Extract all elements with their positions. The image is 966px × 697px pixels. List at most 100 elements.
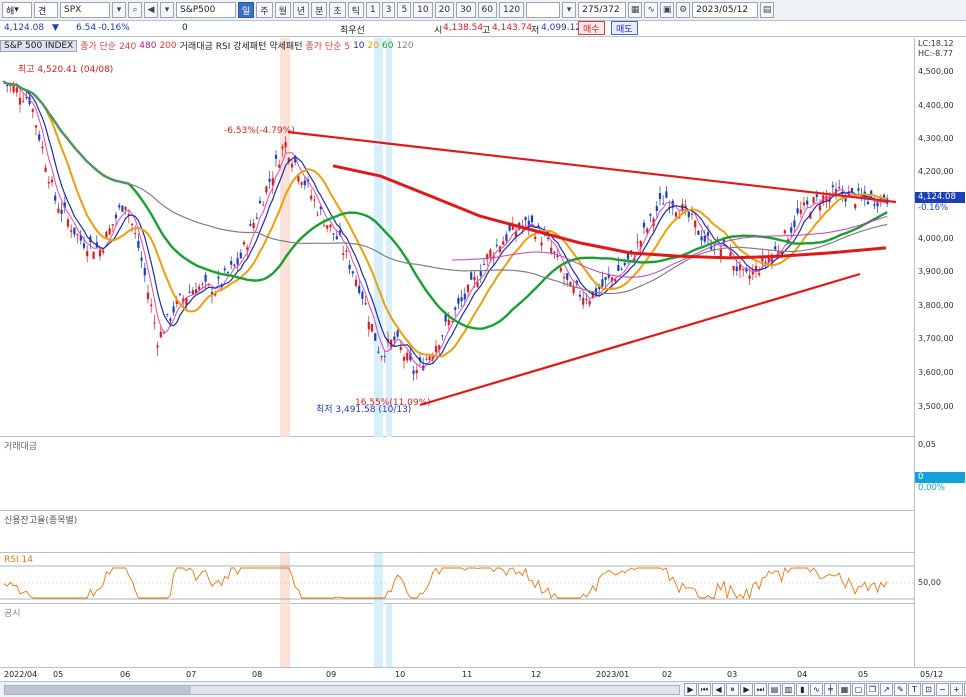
credit-axis: [914, 511, 966, 553]
interval-20-button[interactable]: 20: [434, 2, 455, 18]
candle-body: [674, 212, 678, 217]
rsi-title: RSI 14: [4, 555, 33, 565]
ma60-line: [3, 81, 888, 330]
xtick-09: 09: [326, 670, 337, 679]
ytick-3800: 3,800,00: [918, 301, 954, 310]
lock-icon[interactable]: ⊡: [922, 683, 935, 696]
dropdown-icon[interactable]: ▾: [112, 2, 126, 18]
rsi-ytick: 50,00: [918, 578, 941, 587]
candle-body: [134, 233, 137, 235]
interval-1-button[interactable]: 1: [365, 2, 380, 18]
zoom-out-icon[interactable]: −: [936, 683, 949, 696]
period-day-button[interactable]: 일: [238, 2, 255, 18]
candle-body: [866, 201, 870, 205]
gear-icon[interactable]: ⚙: [676, 2, 691, 18]
nav-buttons: ▶ ⏮ ◀ ⏸ ▶ ⏭ ▤ ▥ ▮ ∿ ╪ ▦ ▢ ❐ ↗ ✎ T ⊡ − + …: [684, 683, 966, 696]
rsi-axis[interactable]: 50,00: [914, 553, 966, 604]
grid-icon[interactable]: ▦: [838, 683, 851, 696]
interval-5-button[interactable]: 5: [397, 2, 412, 18]
candle-body: [367, 322, 370, 330]
volume-panel[interactable]: 거래대금: [0, 437, 914, 511]
window-icon[interactable]: ▢: [852, 683, 865, 696]
chart-icon[interactable]: ∿: [644, 2, 659, 18]
candle-body: [434, 346, 438, 352]
pencil-icon[interactable]: ✎: [894, 683, 907, 696]
candle-body: [873, 204, 876, 206]
candle-body: [802, 202, 806, 206]
candle-body: [758, 273, 761, 275]
interval-120-button[interactable]: 120: [498, 2, 525, 18]
copy-icon[interactable]: ❐: [866, 683, 879, 696]
candle-body: [98, 249, 102, 257]
scroll-thumb[interactable]: [5, 686, 191, 694]
scrollbar[interactable]: [4, 685, 680, 695]
candle-body: [601, 279, 604, 287]
bar-chart-icon[interactable]: ▮: [796, 683, 809, 696]
last-icon[interactable]: ⏭: [754, 683, 767, 696]
sound-icon[interactable]: ◀: [144, 2, 158, 18]
candle-body: [476, 282, 479, 287]
interval-10-button[interactable]: 10: [413, 2, 433, 18]
zoom-in-icon[interactable]: +: [950, 683, 963, 696]
symbol-input[interactable]: SPX: [60, 2, 110, 18]
interval-60-button[interactable]: 60: [477, 2, 497, 18]
count-field[interactable]: 275/372: [578, 2, 627, 18]
interval-30-button[interactable]: 30: [456, 2, 476, 18]
drop-annotation: -6.53%(-4.79%): [224, 126, 295, 136]
layout-icon[interactable]: ▥: [782, 683, 795, 696]
volume-tag: 0: [915, 472, 965, 483]
notice-panel[interactable]: 공시: [0, 604, 914, 667]
trend-icon[interactable]: ↗: [880, 683, 893, 696]
quote-bar: 4,124.08 ▼ 6.54 -0.16% 0 최우선 시 4,138.54 …: [0, 21, 966, 37]
ytick-3700: 3,700,00: [918, 334, 954, 343]
save-icon[interactable]: ▣: [660, 2, 675, 18]
period-second-button[interactable]: 초: [329, 2, 346, 18]
sell-button[interactable]: 매도: [611, 21, 638, 35]
grid-icon[interactable]: ▦: [628, 2, 643, 18]
candle-body: [706, 232, 710, 236]
candle-body: [854, 204, 857, 209]
candle-body: [729, 252, 732, 257]
high-label: 고: [482, 26, 491, 36]
period-tick-button[interactable]: 틱: [347, 2, 364, 18]
candle-body: [153, 322, 156, 324]
xtick-11: 11: [462, 670, 473, 679]
line-chart-icon[interactable]: ∿: [810, 683, 823, 696]
interval-3-button[interactable]: 3: [381, 2, 396, 18]
pause-icon[interactable]: ⏸: [726, 683, 739, 696]
buy-button[interactable]: 매수: [578, 21, 605, 35]
date-field[interactable]: 2023/05/12: [692, 2, 759, 18]
high-annotation: 최고 4,520.41 (04/08): [18, 65, 114, 75]
search-icon[interactable]: ⌕: [128, 2, 142, 18]
calendar-icon[interactable]: ▤: [760, 2, 775, 18]
first-icon[interactable]: ⏮: [698, 683, 711, 696]
period-month-button[interactable]: 월: [274, 2, 291, 18]
period-minute-button[interactable]: 분: [311, 2, 328, 18]
panel-title[interactable]: S&P 500 INDEX: [0, 39, 78, 52]
interval-input[interactable]: [526, 2, 561, 18]
rsi-panel[interactable]: RSI 14: [0, 553, 914, 604]
prev-icon[interactable]: ◀: [712, 683, 725, 696]
period-year-button[interactable]: 년: [292, 2, 310, 18]
mode-select[interactable]: 해 ▾: [2, 2, 32, 18]
candle-body: [108, 228, 111, 235]
market-select[interactable]: 견: [34, 2, 58, 18]
candle-body: [31, 109, 34, 112]
next-icon[interactable]: ▶: [740, 683, 753, 696]
candle-body: [636, 241, 639, 243]
text-icon[interactable]: T: [908, 683, 921, 696]
credit-panel[interactable]: 신용잔고율(종목별): [0, 511, 914, 553]
price-change: 6.54: [76, 23, 97, 33]
candle-body: [463, 293, 466, 300]
chevron-down-icon[interactable]: ▾: [160, 2, 174, 18]
period-week-button[interactable]: 주: [256, 2, 273, 18]
highlight-band-sep: [374, 38, 383, 437]
play-icon[interactable]: ▶: [684, 683, 697, 696]
price-panel[interactable]: S&P 500 INDEX 종가 단순 240 480 200 거래대금 RSI…: [0, 38, 914, 437]
ma120-line: [3, 81, 888, 295]
candle-body: [524, 217, 527, 221]
dropdown-icon[interactable]: ▾: [562, 2, 577, 18]
price-axis[interactable]: LC:18.12 HC:-8.77 4,500,00 4,400,00 4,30…: [914, 38, 966, 437]
fit-icon[interactable]: ▤: [768, 683, 781, 696]
candle-icon[interactable]: ╪: [824, 683, 837, 696]
